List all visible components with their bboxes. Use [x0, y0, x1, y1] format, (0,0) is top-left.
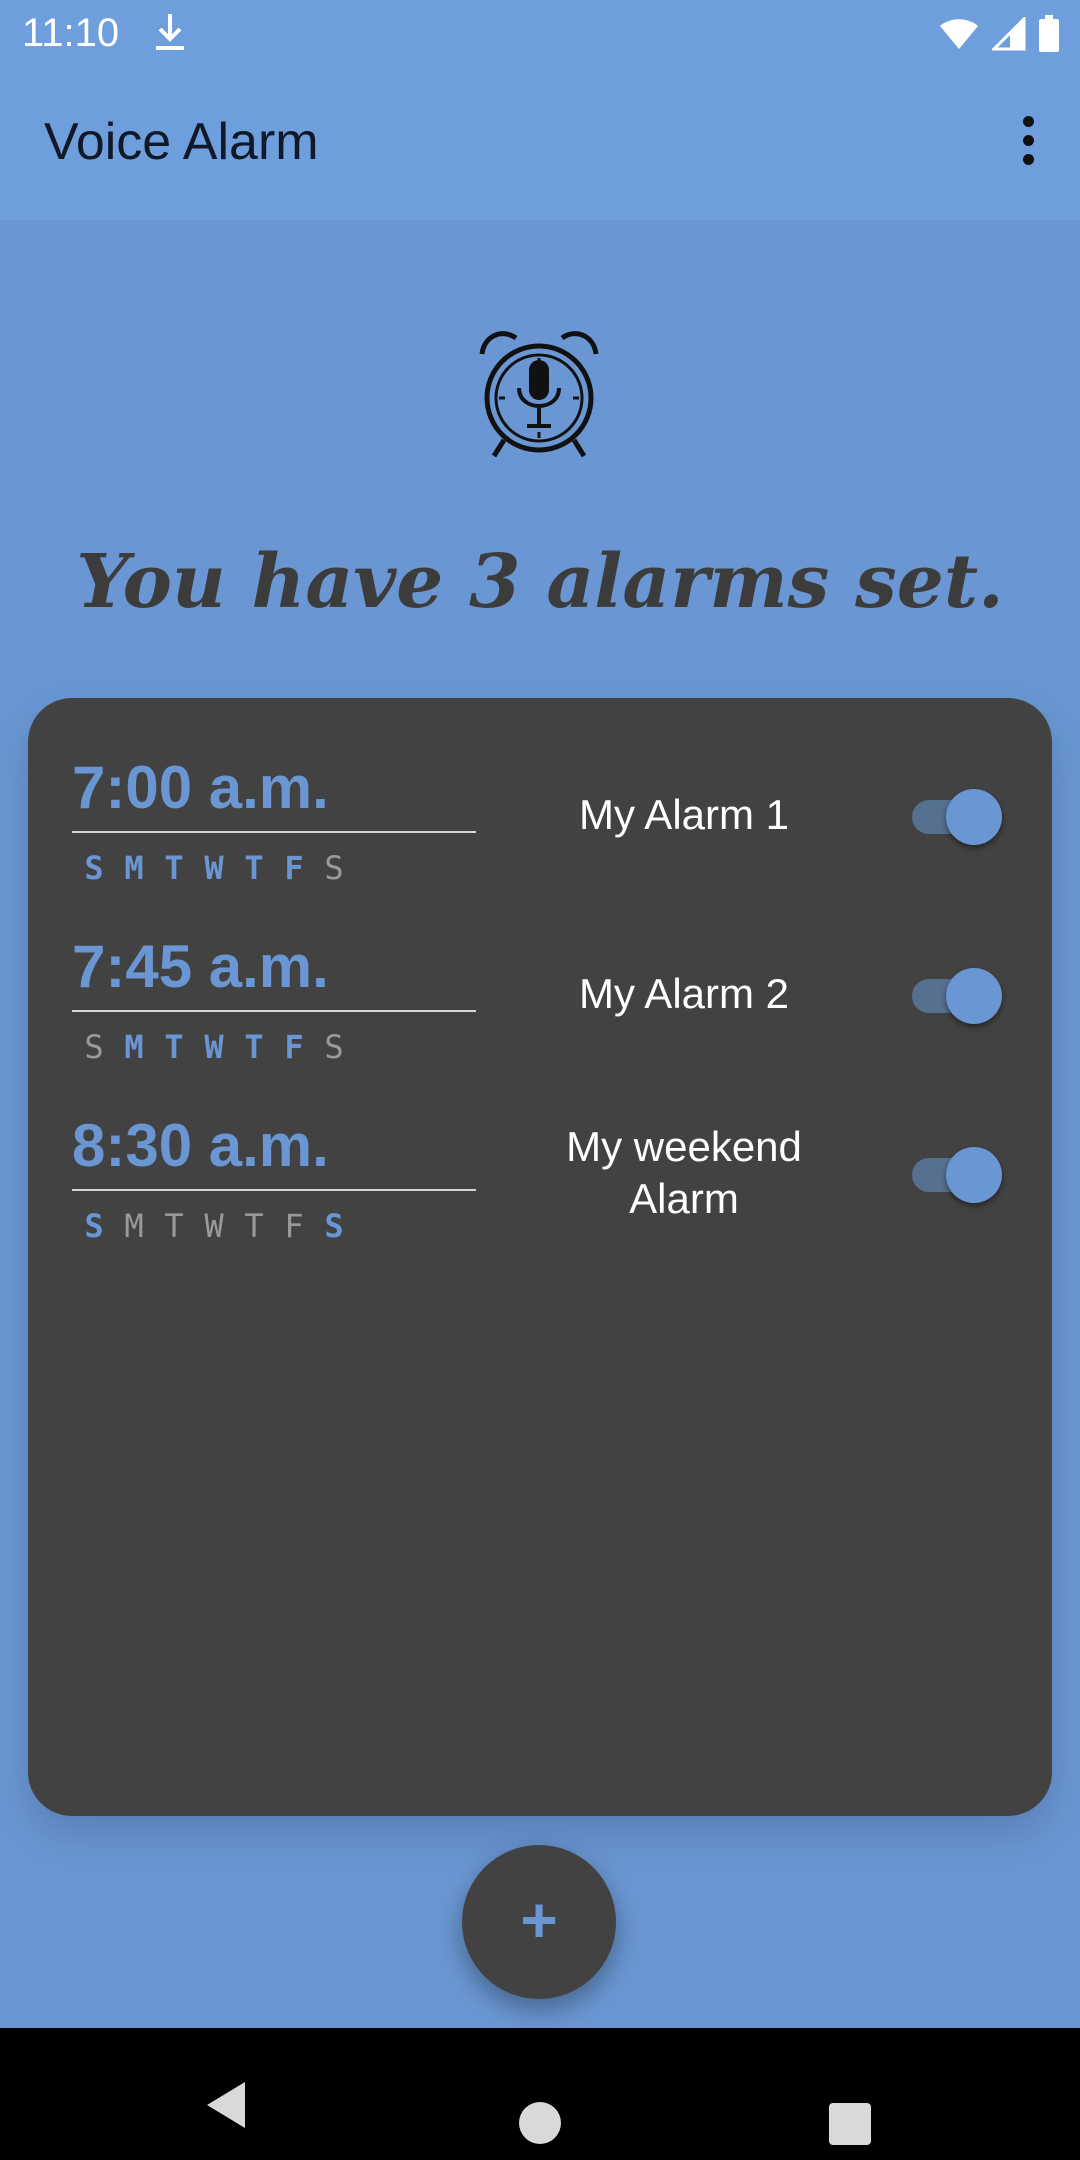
day-saturday[interactable]: S: [320, 848, 348, 888]
toggle-knob: [946, 968, 1002, 1024]
day-friday[interactable]: F: [280, 848, 308, 888]
alarm-toggle[interactable]: [908, 786, 1004, 846]
app-title: Voice Alarm: [44, 113, 319, 171]
time-underline: [72, 1189, 476, 1191]
more-vert-icon[interactable]: [1016, 116, 1040, 168]
alarm-label[interactable]: My Alarm 2: [514, 968, 854, 1020]
navigation-bar: [0, 2028, 1080, 2160]
alarm-time[interactable]: 7:00 a.m.: [72, 753, 329, 823]
recents-icon[interactable]: [829, 2103, 871, 2145]
alarm-time[interactable]: 7:45 a.m.: [72, 932, 329, 1002]
day-thursday[interactable]: T: [240, 848, 268, 888]
download-icon: [156, 14, 184, 50]
wifi-icon: [940, 19, 978, 49]
day-sunday[interactable]: S: [80, 1206, 108, 1246]
add-alarm-button[interactable]: +: [462, 1845, 616, 1999]
alarm-count-headline: You have 3 alarms set.: [76, 539, 1004, 625]
time-underline: [72, 831, 476, 833]
home-icon[interactable]: [519, 2102, 561, 2144]
day-wednesday[interactable]: W: [200, 1027, 228, 1067]
day-sunday[interactable]: S: [80, 848, 108, 888]
day-monday[interactable]: M: [120, 1206, 148, 1246]
time-underline: [72, 1010, 476, 1012]
status-time: 11:10: [22, 11, 120, 55]
day-tuesday[interactable]: T: [160, 1206, 188, 1246]
alarm-row[interactable]: 8:30 a.m. S M T W T F S My weekend Alarm: [28, 1111, 1052, 1261]
back-icon[interactable]: [205, 2080, 247, 2130]
alarm-label[interactable]: My Alarm 1: [514, 789, 854, 841]
day-tuesday[interactable]: T: [160, 848, 188, 888]
add-icon: +: [520, 1884, 558, 1956]
day-monday[interactable]: M: [120, 1027, 148, 1067]
battery-icon: [1039, 15, 1059, 52]
day-saturday[interactable]: S: [320, 1027, 348, 1067]
app-bar: Voice Alarm: [0, 66, 1080, 220]
alarm-clock-microphone-icon: [479, 331, 599, 458]
toggle-knob: [946, 1147, 1002, 1203]
repeat-days: S M T W T F S: [80, 1027, 348, 1067]
alarm-list-card: 7:00 a.m. S M T W T F S My Alarm 1 7:45 …: [28, 698, 1052, 1816]
day-tuesday[interactable]: T: [160, 1027, 188, 1067]
alarm-row[interactable]: 7:00 a.m. S M T W T F S My Alarm 1: [28, 753, 1052, 903]
signal-icon: [992, 17, 1026, 51]
alarm-time[interactable]: 8:30 a.m.: [72, 1111, 329, 1181]
status-bar: 11:10: [0, 0, 1080, 66]
toggle-knob: [946, 789, 1002, 845]
alarm-row[interactable]: 7:45 a.m. S M T W T F S My Alarm 2: [28, 932, 1052, 1082]
day-friday[interactable]: F: [280, 1206, 308, 1246]
day-sunday[interactable]: S: [80, 1027, 108, 1067]
day-wednesday[interactable]: W: [200, 848, 228, 888]
day-thursday[interactable]: T: [240, 1027, 268, 1067]
alarm-toggle[interactable]: [908, 1144, 1004, 1204]
day-friday[interactable]: F: [280, 1027, 308, 1067]
alarm-label[interactable]: My weekend Alarm: [524, 1121, 844, 1225]
day-wednesday[interactable]: W: [200, 1206, 228, 1246]
day-thursday[interactable]: T: [240, 1206, 268, 1246]
status-icons: [938, 14, 1060, 54]
repeat-days: S M T W T F S: [80, 848, 348, 888]
day-saturday[interactable]: S: [320, 1206, 348, 1246]
alarm-toggle[interactable]: [908, 965, 1004, 1025]
repeat-days: S M T W T F S: [80, 1206, 348, 1246]
day-monday[interactable]: M: [120, 848, 148, 888]
